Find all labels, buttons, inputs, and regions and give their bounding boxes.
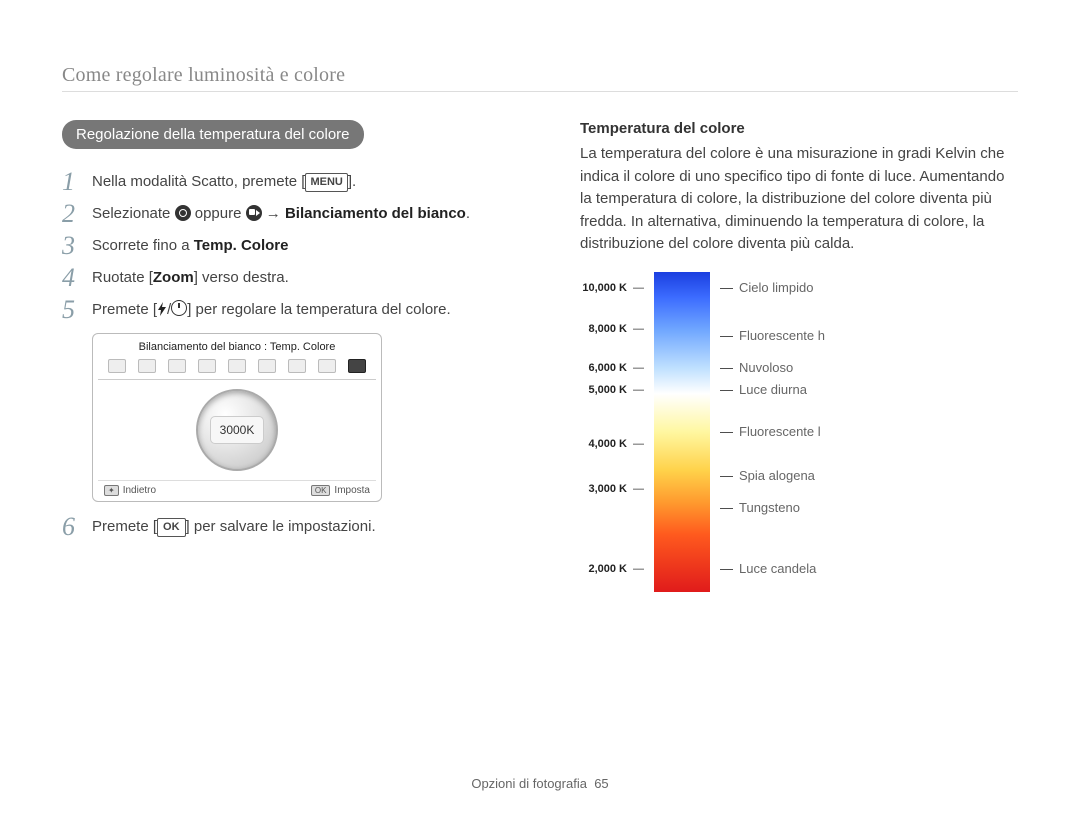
wb-icon bbox=[168, 359, 186, 373]
light-source-label: Tungsteno bbox=[720, 500, 800, 515]
dial-area: 3000K bbox=[98, 380, 376, 480]
steps-list-2: 6 Premete [OK] per salvare le impostazio… bbox=[62, 516, 532, 540]
light-source-label: Cielo limpido bbox=[720, 280, 813, 295]
step-number: 4 bbox=[62, 265, 92, 291]
screenshot-footer: ✦ Indietro OKImposta bbox=[98, 480, 376, 496]
wb-icon bbox=[288, 359, 306, 373]
step-number: 3 bbox=[62, 233, 92, 259]
camera-icon bbox=[175, 205, 191, 221]
menu-button-label: MENU bbox=[305, 173, 347, 192]
light-source-labels: Cielo limpido Fluorescente h Nuvoloso Luce … bbox=[720, 272, 880, 592]
color-gradient-bar bbox=[654, 272, 710, 592]
step-text: Nella modalità Scatto, premete [ bbox=[92, 173, 305, 190]
step-3: 3 Scorrete fino a Temp. Colore bbox=[62, 235, 532, 259]
right-heading: Temperatura del colore bbox=[580, 120, 1018, 137]
light-source-label: Spia alogena bbox=[720, 468, 815, 483]
step-text: ] verso destra. bbox=[194, 269, 289, 286]
steps-list: 1 Nella modalità Scatto, premete [MENU].… bbox=[62, 171, 532, 323]
right-paragraph: La temperatura del colore è una misurazi… bbox=[580, 143, 1018, 256]
kelvin-tick: 8,000 K bbox=[588, 323, 644, 335]
step-1: 1 Nella modalità Scatto, premete [MENU]. bbox=[62, 171, 532, 195]
light-source-label: Fluorescente h bbox=[720, 328, 825, 343]
ok-button-label: OK bbox=[157, 518, 186, 537]
kelvin-ticks: 10,000 K8,000 K6,000 K5,000 K4,000 K3,00… bbox=[586, 272, 644, 592]
step-bold: Bilanciamento del bianco bbox=[285, 205, 466, 222]
wb-icon bbox=[198, 359, 216, 373]
page-footer: Opzioni di fotografia 65 bbox=[0, 776, 1080, 791]
light-source-label: Luce diurna bbox=[720, 382, 807, 397]
step-number: 5 bbox=[62, 297, 92, 323]
video-icon bbox=[246, 205, 262, 221]
footer-page: 65 bbox=[594, 776, 608, 791]
camera-screenshot: Bilanciamento del bianco : Temp. Colore … bbox=[92, 333, 382, 502]
color-temp-chart: 10,000 K8,000 K6,000 K5,000 K4,000 K3,00… bbox=[586, 272, 1018, 592]
breadcrumb: Come regolare luminosità e colore bbox=[62, 64, 1018, 92]
kelvin-tick: 3,000 K bbox=[588, 483, 644, 495]
right-column: Temperatura del colore La temperatura de… bbox=[580, 120, 1018, 592]
kelvin-tick: 10,000 K bbox=[582, 282, 644, 294]
step-6: 6 Premete [OK] per salvare le impostazio… bbox=[62, 516, 532, 540]
flash-icon bbox=[157, 302, 167, 316]
step-2: 2 Selezionate oppure → Bilanciamento del… bbox=[62, 203, 532, 227]
step-text: Scorrete fino a bbox=[92, 237, 194, 254]
kelvin-tick: 5,000 K bbox=[588, 384, 644, 396]
step-text: Ruotate [ bbox=[92, 269, 153, 286]
dial-value: 3000K bbox=[210, 416, 264, 444]
step-4: 4 Ruotate [Zoom] verso destra. bbox=[62, 267, 532, 291]
step-number: 1 bbox=[62, 169, 92, 195]
wb-icon bbox=[108, 359, 126, 373]
wb-preset-row bbox=[98, 357, 376, 380]
step-text: Premete [ bbox=[92, 518, 157, 535]
wb-icon bbox=[258, 359, 276, 373]
step-bold: Zoom bbox=[153, 269, 194, 286]
ok-icon: OK bbox=[311, 485, 331, 496]
timer-icon bbox=[171, 300, 187, 316]
step-text: Premete [ bbox=[92, 301, 157, 318]
step-text: ]. bbox=[348, 173, 356, 190]
step-text: oppure bbox=[191, 205, 246, 222]
screenshot-title: Bilanciamento del bianco : Temp. Colore bbox=[98, 341, 376, 353]
step-text: ] per regolare la temperatura del colore… bbox=[187, 301, 450, 318]
back-label: Indietro bbox=[123, 485, 156, 496]
step-text: → bbox=[262, 205, 285, 222]
step-number: 6 bbox=[62, 514, 92, 540]
kelvin-tick: 6,000 K bbox=[588, 362, 644, 374]
wb-icon bbox=[228, 359, 246, 373]
section-pill: Regolazione della temperatura del colore bbox=[62, 120, 364, 149]
step-text: ] per salvare le impostazioni. bbox=[186, 518, 376, 535]
temperature-dial: 3000K bbox=[196, 389, 278, 471]
step-5: 5 Premete [/] per regolare la temperatur… bbox=[62, 299, 532, 323]
back-icon: ✦ bbox=[104, 485, 119, 496]
wb-icon bbox=[348, 359, 366, 373]
light-source-label: Nuvoloso bbox=[720, 360, 793, 375]
left-column: Regolazione della temperatura del colore… bbox=[62, 120, 532, 592]
light-source-label: Fluorescente l bbox=[720, 424, 821, 439]
step-text: . bbox=[466, 205, 470, 222]
kelvin-tick: 4,000 K bbox=[588, 438, 644, 450]
kelvin-tick: 2,000 K bbox=[588, 563, 644, 575]
wb-icon bbox=[138, 359, 156, 373]
step-text: Selezionate bbox=[92, 205, 175, 222]
step-number: 2 bbox=[62, 201, 92, 227]
light-source-label: Luce candela bbox=[720, 561, 816, 576]
ok-label: Imposta bbox=[334, 485, 370, 496]
step-bold: Temp. Colore bbox=[194, 237, 289, 254]
wb-icon bbox=[318, 359, 336, 373]
footer-section: Opzioni di fotografia bbox=[471, 776, 587, 791]
